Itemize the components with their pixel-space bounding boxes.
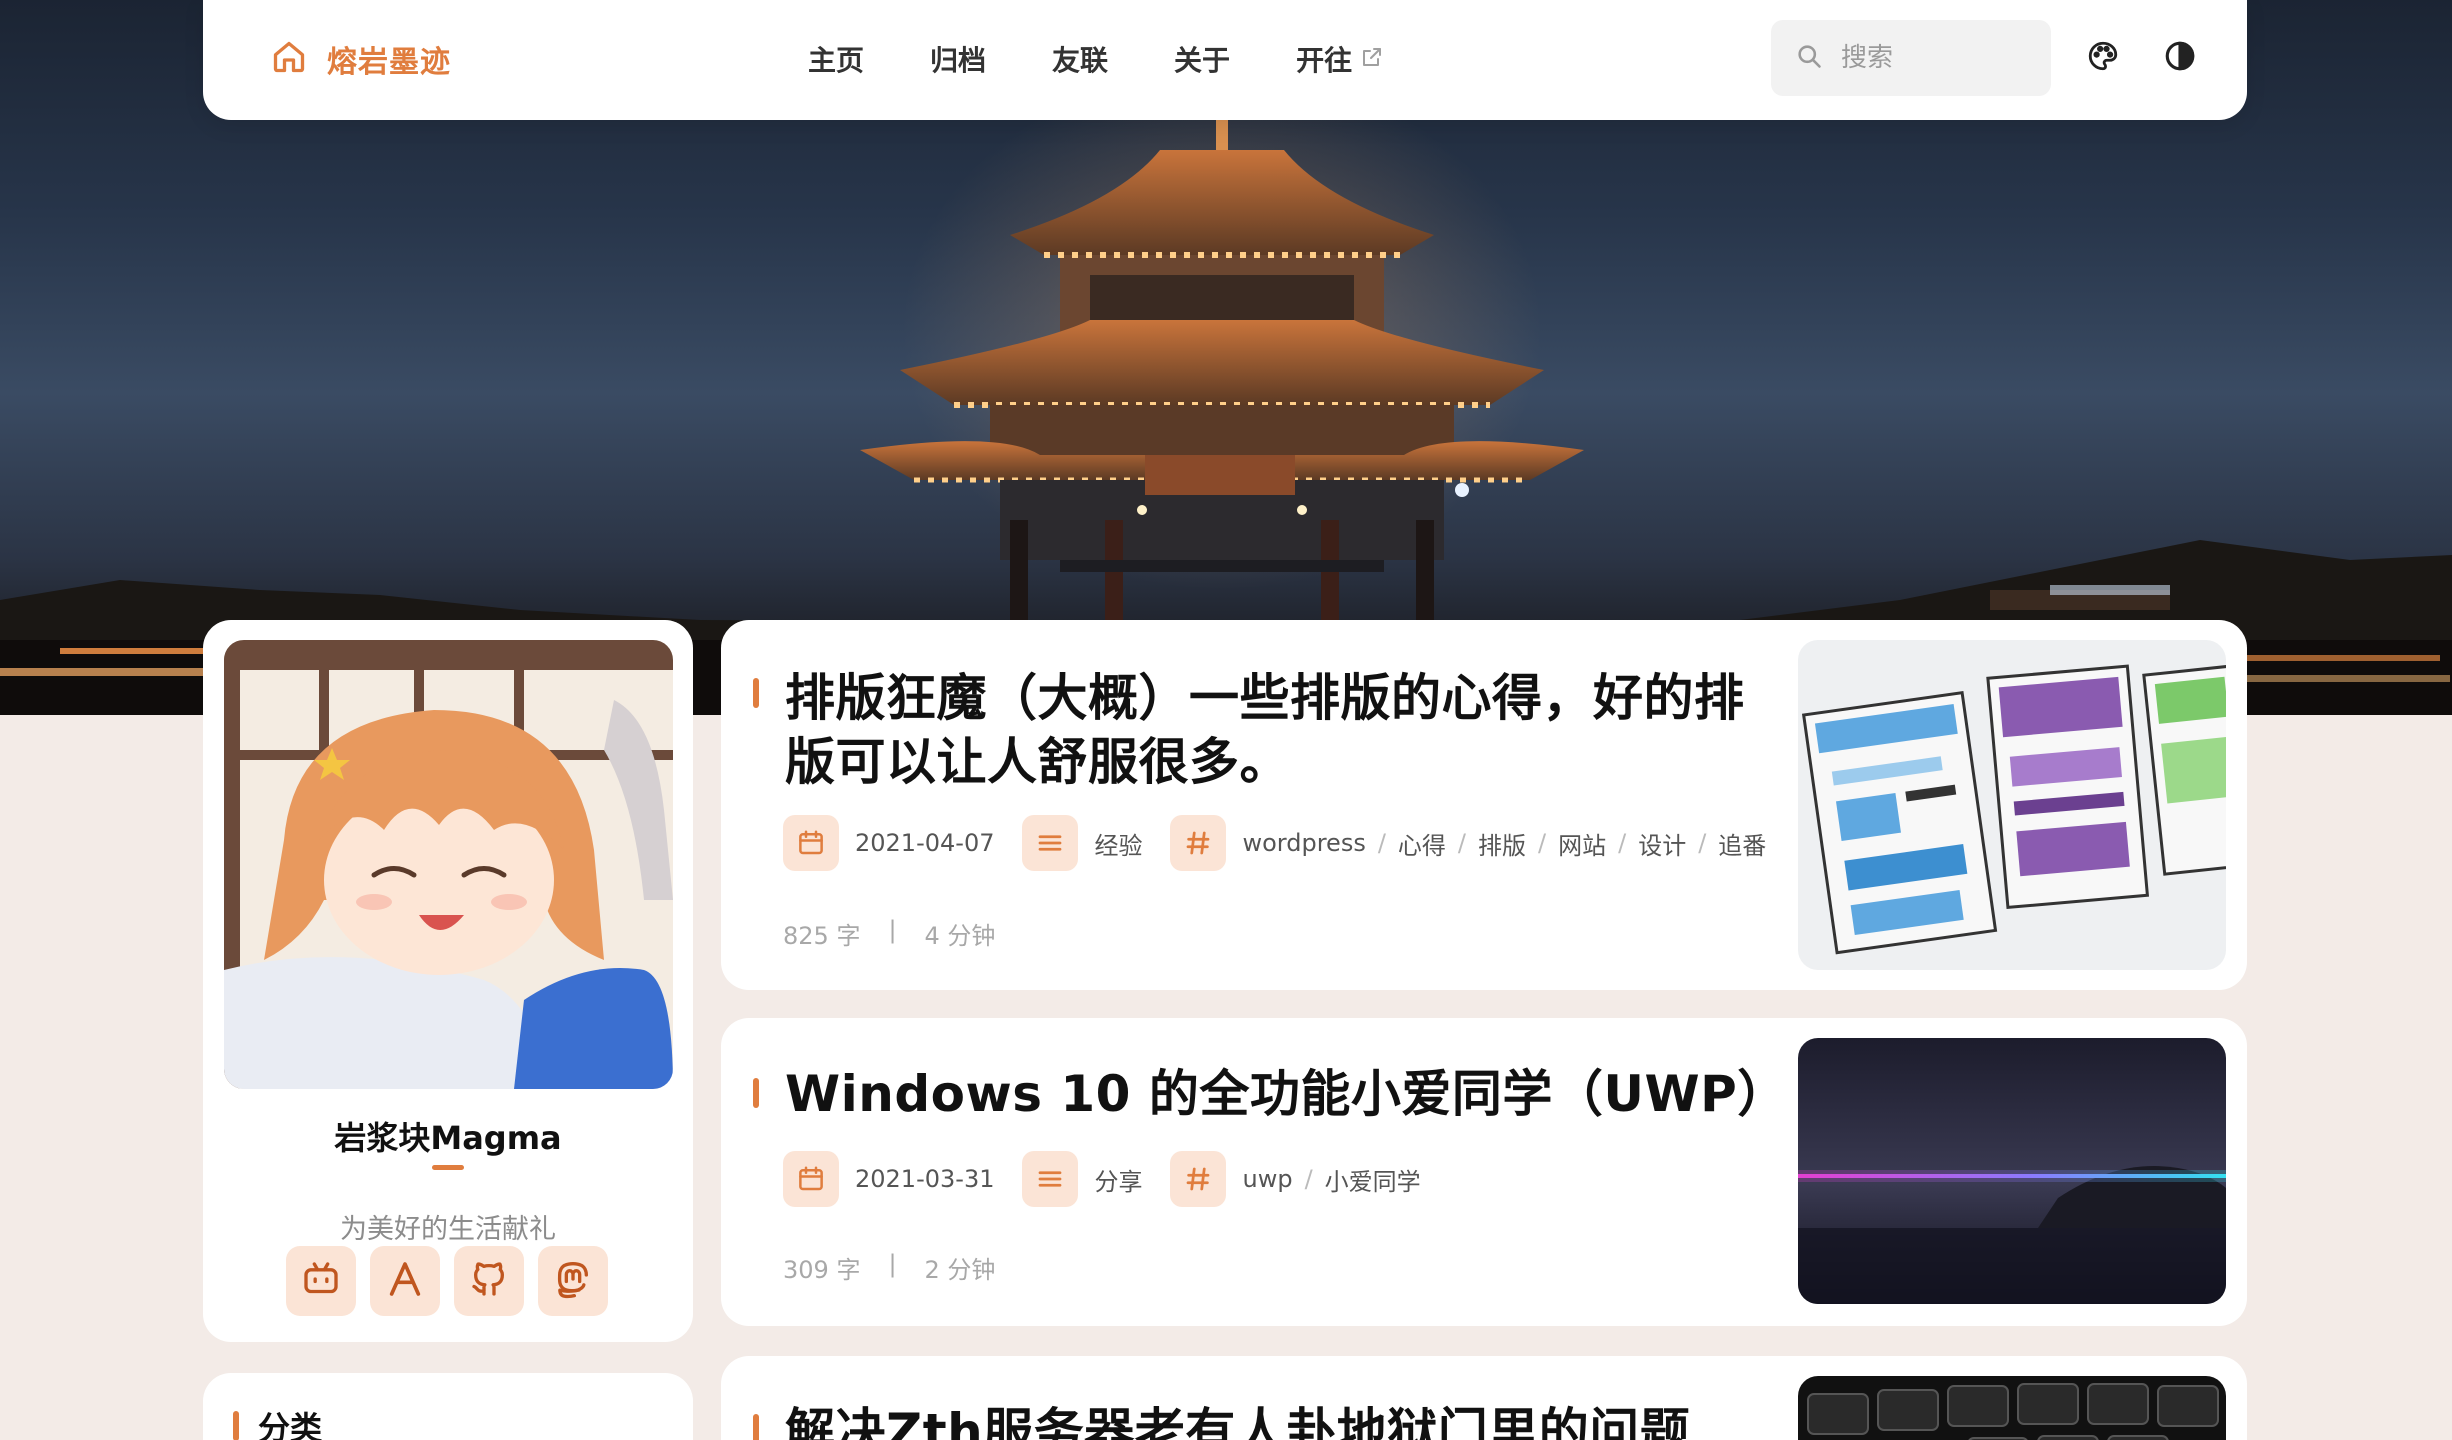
- nav-archive[interactable]: 归档: [930, 39, 986, 79]
- profile-name: 岩浆块Magma: [334, 1119, 562, 1157]
- category-title: 分类: [258, 1409, 323, 1440]
- name-underline: [432, 1165, 464, 1170]
- github-icon: [469, 1259, 509, 1303]
- section-accent-bar: [233, 1411, 239, 1440]
- search-icon: [1795, 42, 1823, 74]
- mastodon-link[interactable]: [538, 1246, 608, 1316]
- post-tag[interactable]: 心得: [1398, 826, 1446, 861]
- word-count: 825 字: [783, 922, 861, 950]
- dark-mode-toggle[interactable]: [2160, 38, 2200, 78]
- nav-label: 主页: [808, 44, 865, 77]
- nav-travelling[interactable]: 开往: [1296, 39, 1384, 79]
- post-title-line: 版可以让人舒服很多。: [785, 733, 1290, 791]
- post-title-line: Windows 10 的全功能小爱同学（UWP）: [785, 1065, 1788, 1123]
- post-tag[interactable]: 网站: [1558, 826, 1606, 861]
- bilibili-link[interactable]: [286, 1246, 356, 1316]
- top-navbar: 熔岩墨迹 主页 归档 友联 关于 开往: [203, 0, 2247, 120]
- post-title-line: 排版狂魔（大概）一些排版的心得，好的排: [785, 669, 1745, 727]
- brand-name: 熔岩墨迹: [327, 45, 451, 80]
- post-title[interactable]: 排版狂魔（大概）一些排版的心得，好的排 版可以让人舒服很多。: [785, 666, 1785, 794]
- read-time: 2 分钟: [924, 1256, 996, 1284]
- post-cover-image[interactable]: [1798, 640, 2226, 970]
- post-date: 2021-04-07: [855, 829, 995, 857]
- letter-a-link[interactable]: [370, 1246, 440, 1316]
- post-accent-bar: [753, 678, 759, 708]
- tag-separator: /: [1377, 829, 1386, 857]
- stats-separator: |: [888, 916, 897, 944]
- category-list-icon: [1022, 1151, 1079, 1207]
- category-card: 分类: [203, 1373, 693, 1440]
- tag-separator: /: [1538, 829, 1547, 857]
- category-list-icon: [1022, 815, 1079, 871]
- nav-label: 关于: [1174, 44, 1231, 77]
- search-input[interactable]: [1841, 43, 2021, 73]
- post-card: Windows 10 的全功能小爱同学（UWP） 2021-03-31 分享 u…: [721, 1018, 2247, 1326]
- nav-home[interactable]: 主页: [808, 39, 864, 79]
- profile-motto: 为美好的生活献礼: [340, 1214, 556, 1245]
- palette-icon: [2086, 39, 2120, 77]
- bilibili-icon: [301, 1259, 341, 1303]
- post-tag[interactable]: 追番: [1718, 826, 1766, 861]
- nav-label: 归档: [930, 44, 987, 77]
- post-tag[interactable]: 小爱同学: [1325, 1162, 1421, 1197]
- hashtag-icon: [1170, 1151, 1227, 1207]
- main-nav: 主页 归档 友联 关于 开往: [808, 34, 1450, 84]
- post-meta: 2021-04-07 经验 wordpress / 心得 / 排版 / 网站 /…: [783, 815, 1766, 871]
- post-date: 2021-03-31: [855, 1165, 995, 1193]
- calendar-icon: [783, 815, 839, 871]
- search-box[interactable]: [1771, 20, 2051, 96]
- post-tag[interactable]: wordpress: [1242, 829, 1365, 857]
- mastodon-icon: [553, 1259, 593, 1303]
- word-count: 309 字: [783, 1256, 861, 1284]
- post-tag[interactable]: 排版: [1478, 826, 1526, 861]
- nav-label: 开往: [1296, 44, 1353, 77]
- post-accent-bar: [753, 1078, 759, 1108]
- social-links: [286, 1246, 608, 1316]
- home-icon: [271, 39, 307, 79]
- post-meta: 2021-03-31 分享 uwp / 小爱同学: [783, 1151, 1421, 1207]
- tag-separator: /: [1698, 829, 1707, 857]
- post-card: 解决Zth服务器老有人卦地狱门里的问题: [721, 1356, 2247, 1440]
- nav-friends[interactable]: 友联: [1052, 39, 1108, 79]
- nav-label: 友联: [1052, 44, 1109, 77]
- calendar-icon: [783, 1151, 839, 1207]
- nav-about[interactable]: 关于: [1174, 39, 1230, 79]
- post-title[interactable]: 解决Zth服务器老有人卦地狱门里的问题: [785, 1400, 1785, 1440]
- profile-card: 岩浆块Magma 为美好的生活献礼: [203, 620, 693, 1342]
- post-tag[interactable]: 设计: [1638, 826, 1686, 861]
- post-card: 排版狂魔（大概）一些排版的心得，好的排 版可以让人舒服很多。 2021-04-0…: [721, 620, 2247, 990]
- post-cover-image[interactable]: [1798, 1376, 2226, 1440]
- post-title[interactable]: Windows 10 的全功能小爱同学（UWP）: [785, 1062, 1788, 1126]
- github-link[interactable]: [454, 1246, 524, 1316]
- post-accent-bar: [753, 1414, 759, 1440]
- post-stats: 309 字 | 2 分钟: [783, 1250, 995, 1285]
- external-link-icon: [1360, 43, 1384, 76]
- contrast-icon: [2163, 39, 2197, 77]
- theme-color-button[interactable]: [2083, 38, 2123, 78]
- post-cover-image[interactable]: [1798, 1038, 2226, 1304]
- read-time: 4 分钟: [924, 922, 996, 950]
- avatar[interactable]: [224, 640, 673, 1089]
- brand-link[interactable]: 熔岩墨迹: [271, 34, 451, 84]
- post-stats: 825 字 | 4 分钟: [783, 916, 995, 951]
- stats-separator: |: [888, 1250, 897, 1278]
- hashtag-icon: [1170, 815, 1227, 871]
- post-tag[interactable]: uwp: [1242, 1165, 1292, 1193]
- letter-a-icon: [385, 1259, 425, 1303]
- post-category[interactable]: 分享: [1094, 1162, 1142, 1197]
- tag-separator: /: [1618, 829, 1627, 857]
- post-title-line: 解决Zth服务器老有人卦地狱门里的问题: [785, 1403, 1691, 1440]
- post-category[interactable]: 经验: [1094, 826, 1142, 861]
- tag-separator: /: [1304, 1165, 1313, 1193]
- tag-separator: /: [1457, 829, 1467, 857]
